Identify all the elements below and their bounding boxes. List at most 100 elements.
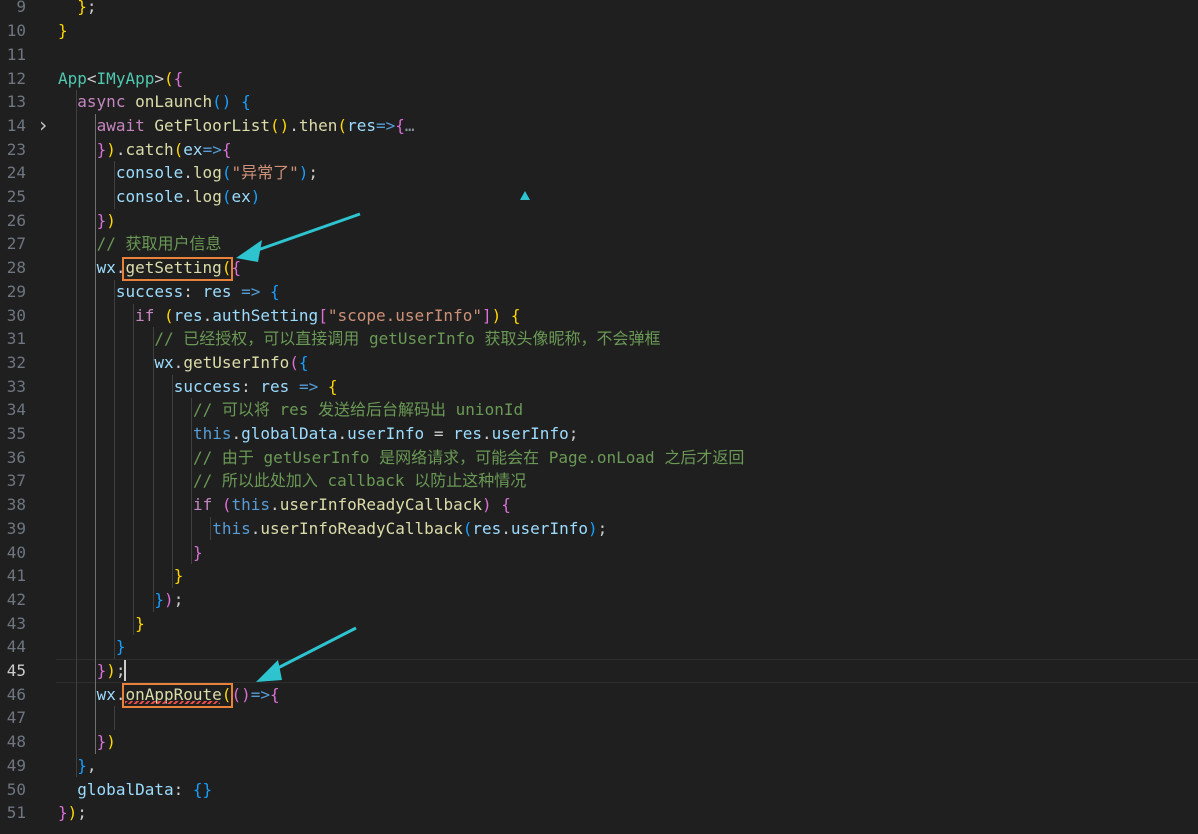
code-line[interactable]: 44 } (0, 635, 1198, 659)
line-number: 31 (6, 329, 26, 349)
code-text: }; (77, 0, 97, 17)
code-line[interactable]: 39 this.userInfoReadyCallback(res.userIn… (0, 517, 1198, 541)
code-text: // 获取用户信息 (96, 234, 222, 254)
code-line[interactable]: 13 async onLaunch() { (0, 90, 1198, 114)
line-number: 39 (6, 518, 26, 538)
line-number: 43 (6, 613, 26, 633)
line-number: 36 (6, 447, 26, 467)
line-number: 38 (6, 495, 26, 515)
code-text: await GetFloorList().then(res=>{… (96, 115, 415, 135)
line-number: 29 (6, 281, 26, 301)
code-editor[interactable]: 9 }; 10} 11 12 App<IMyApp>({13 async onLaunc… (0, 0, 1198, 834)
line-number: 47 (6, 708, 26, 728)
code-line[interactable]: 29 success: res => { (0, 280, 1198, 304)
line-number: 37 (6, 471, 26, 491)
line-number: 41 (6, 566, 26, 586)
code-line[interactable]: 24 console.log("异常了"); (0, 161, 1198, 185)
code-text: // 所以此处加入 callback 以防止这种情况 (192, 471, 527, 491)
line-number: 24 (6, 163, 26, 183)
line-number: 27 (6, 234, 26, 254)
code-line[interactable]: 14 › await GetFloorList().then(res=>{… (0, 113, 1198, 138)
code-line[interactable]: 30 if (res.authSetting["scope.userInfo"]… (0, 304, 1198, 328)
code-text: } (115, 637, 126, 657)
line-number: 9 (16, 0, 26, 17)
code-line[interactable]: 51}); (0, 801, 1198, 825)
code-line[interactable]: 12 App<IMyApp>({ (0, 67, 1198, 91)
highlight-box-getsetting (121, 256, 233, 282)
line-number: 12 (6, 68, 26, 88)
line-number: 30 (6, 305, 26, 325)
code-line[interactable]: 42 }); (0, 588, 1198, 612)
code-text: } (192, 542, 203, 562)
code-text: }).catch(ex=>{ (96, 139, 232, 159)
code-text: if (this.userInfoReadyCallback) { (192, 495, 511, 515)
code-text: } (135, 613, 145, 633)
code-text: }); (58, 803, 87, 823)
code-text: this.globalData.userInfo = res.userInfo; (192, 424, 579, 443)
code-line[interactable]: 36 // 由于 getUserInfo 是网络请求，可能会在 Page.onL… (0, 446, 1198, 470)
line-number: 50 (6, 779, 26, 799)
code-text: globalData: {} (77, 779, 213, 799)
line-number: 13 (6, 92, 26, 112)
line-number: 28 (6, 258, 26, 278)
line-number: 33 (6, 376, 26, 396)
code-line[interactable]: 32 wx.getUserInfo({ (0, 351, 1198, 375)
code-line[interactable]: 26 }) (0, 209, 1198, 233)
line-number: 34 (6, 400, 26, 420)
code-text: async onLaunch() { (77, 92, 251, 112)
indent-guide (114, 279, 116, 659)
code-line[interactable]: 43 } (0, 612, 1198, 636)
line-number: 46 (6, 684, 26, 704)
code-line[interactable]: 33 success: res => { (0, 375, 1198, 399)
line-number: 14 (6, 115, 26, 135)
code-text: success: res => { (115, 281, 280, 301)
indent-guide (171, 374, 173, 588)
line-number: 45 (6, 661, 26, 680)
code-line[interactable]: 25 console.log(ex) (0, 185, 1198, 209)
code-line[interactable]: 45 }); (0, 659, 1198, 683)
code-line[interactable]: 48 }) (0, 730, 1198, 754)
line-number: 40 (6, 542, 26, 562)
code-line[interactable]: 34 // 可以将 res 发送给后台解码出 unionId (0, 398, 1198, 422)
code-text: App<IMyApp>({ (58, 68, 184, 88)
code-text: success: res => { (173, 376, 338, 396)
code-text: // 已经授权，可以直接调用 getUserInfo 获取头像昵称，不会弹框 (154, 329, 661, 349)
code-line[interactable]: 11 (0, 43, 1198, 67)
code-text: console.log("异常了"); (115, 163, 319, 183)
code-text: // 可以将 res 发送给后台解码出 unionId (192, 400, 524, 420)
code-line[interactable]: 31 // 已经授权，可以直接调用 getUserInfo 获取头像昵称，不会弹… (0, 327, 1198, 351)
code-text: // 由于 getUserInfo 是网络请求，可能会在 Page.onLoad… (192, 447, 745, 467)
code-line[interactable]: 9 }; (0, 0, 1198, 19)
code-line[interactable]: 35 this.globalData.userInfo = res.userIn… (0, 422, 1198, 446)
line-number: 49 (6, 755, 26, 775)
code-line[interactable]: 49 }, (0, 754, 1198, 778)
line-number: 25 (6, 187, 26, 206)
line-number: 32 (6, 352, 26, 372)
code-line[interactable]: 40 } (0, 541, 1198, 565)
line-number: 11 (6, 44, 26, 64)
code-text: this.userInfoReadyCallback(res.userInfo)… (212, 518, 608, 538)
code-text: }); (96, 661, 126, 680)
line-number: 51 (6, 803, 26, 823)
code-line[interactable]: 10} (0, 19, 1198, 43)
code-line[interactable]: 27 // 获取用户信息 (0, 232, 1198, 256)
line-number: 26 (6, 210, 26, 230)
code-text: if (res.authSetting["scope.userInfo"]) { (135, 305, 521, 325)
code-text: console.log(ex) (115, 187, 261, 206)
line-number: 48 (6, 732, 26, 752)
indent-guide (190, 398, 192, 565)
code-text: }) (96, 732, 116, 752)
chevron-right-icon[interactable]: › (36, 113, 50, 138)
code-line[interactable]: 37 // 所以此处加入 callback 以防止这种情况 (0, 469, 1198, 493)
line-number: 42 (6, 589, 26, 609)
code-line[interactable]: 38 if (this.userInfoReadyCallback) { (0, 493, 1198, 517)
line-number: 44 (6, 637, 26, 657)
code-line[interactable]: 47 (0, 706, 1198, 730)
code-line[interactable]: 23 }).catch(ex=>{ (0, 138, 1198, 162)
text-cursor (123, 660, 126, 681)
indent-guide (133, 303, 135, 636)
code-line[interactable]: 50 globalData: {} (0, 778, 1198, 802)
indent-guide (114, 161, 116, 209)
code-line[interactable]: 41 } (0, 564, 1198, 588)
indent-guide (76, 90, 78, 778)
